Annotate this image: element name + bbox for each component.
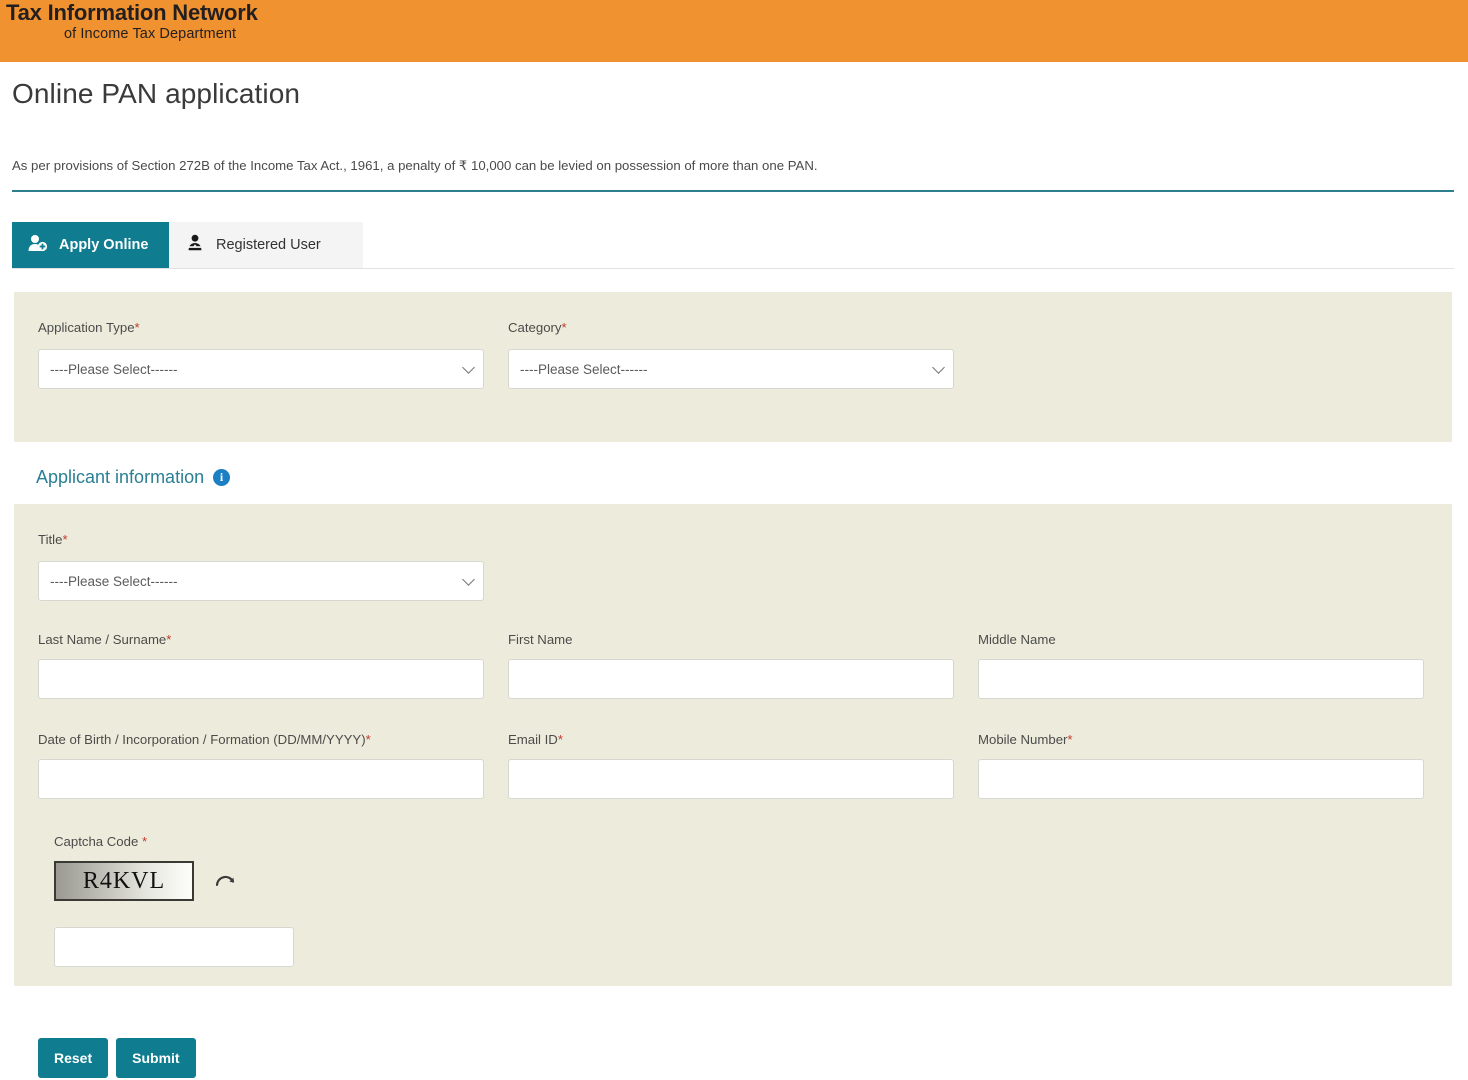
first-name-label: First Name bbox=[508, 632, 573, 647]
last-name-input[interactable] bbox=[38, 659, 484, 699]
category-select[interactable]: ----Please Select------ bbox=[508, 349, 954, 389]
user-icon bbox=[185, 234, 205, 256]
last-name-label: Last Name / Surname* bbox=[38, 632, 172, 647]
email-label: Email ID* bbox=[508, 732, 563, 747]
category-label: Category* bbox=[508, 320, 567, 335]
captcha-label: Captcha Code * bbox=[54, 834, 148, 849]
form-actions: Reset Submit bbox=[38, 1038, 196, 1078]
category-value: ----Please Select------ bbox=[520, 361, 648, 377]
penalty-disclaimer: As per provisions of Section 272B of the… bbox=[12, 158, 818, 173]
required-marker: * bbox=[141, 834, 148, 849]
mobile-number-label: Mobile Number* bbox=[978, 732, 1073, 747]
required-marker: * bbox=[557, 732, 563, 747]
tab-bar-underline bbox=[12, 268, 1454, 269]
chevron-down-icon bbox=[932, 361, 945, 374]
tin-logo: Tax Information Network of Income Tax De… bbox=[6, 2, 258, 42]
required-marker: * bbox=[1067, 732, 1073, 747]
info-icon[interactable]: i bbox=[213, 469, 231, 486]
user-add-icon bbox=[28, 234, 48, 256]
title-value: ----Please Select------ bbox=[50, 573, 178, 589]
middle-name-input[interactable] bbox=[978, 659, 1424, 699]
required-marker: * bbox=[166, 632, 172, 647]
required-marker: * bbox=[561, 320, 567, 335]
submit-button[interactable]: Submit bbox=[116, 1038, 196, 1078]
title-label: Title* bbox=[38, 532, 68, 547]
page-title: Online PAN application bbox=[12, 78, 301, 109]
first-name-input[interactable] bbox=[508, 659, 954, 699]
required-marker: * bbox=[134, 320, 140, 335]
application-type-panel: Application Type* ----Please Select-----… bbox=[14, 292, 1452, 442]
reset-button[interactable]: Reset bbox=[38, 1038, 109, 1078]
logo-primary-text: Tax Information Network bbox=[6, 0, 258, 25]
mobile-number-input[interactable] bbox=[978, 759, 1424, 799]
date-of-birth-label: Date of Birth / Incorporation / Formatio… bbox=[38, 732, 371, 747]
middle-name-label: Middle Name bbox=[978, 632, 1056, 647]
chevron-down-icon bbox=[462, 573, 475, 586]
pan-application-page: Tax Information Network of Income Tax De… bbox=[0, 0, 1468, 1080]
application-type-select[interactable]: ----Please Select------ bbox=[38, 349, 484, 389]
application-type-value: ----Please Select------ bbox=[50, 361, 178, 377]
logo-secondary-text: of Income Tax Department bbox=[64, 26, 237, 42]
captcha-input[interactable] bbox=[54, 927, 294, 967]
tab-bar: Apply Online Registered User bbox=[12, 222, 1454, 268]
applicant-information-panel: Title* ----Please Select------ Last Name… bbox=[14, 504, 1452, 986]
applicant-information-label: Applicant information bbox=[36, 467, 205, 487]
site-header-band: Tax Information Network of Income Tax De… bbox=[0, 0, 1468, 62]
applicant-information-heading: Applicant information i bbox=[36, 467, 231, 488]
section-divider bbox=[12, 190, 1454, 192]
date-of-birth-input[interactable] bbox=[38, 759, 484, 799]
required-marker: * bbox=[365, 732, 371, 747]
email-input[interactable] bbox=[508, 759, 954, 799]
tab-registered-user[interactable]: Registered User bbox=[169, 222, 363, 268]
tab-registered-user-label: Registered User bbox=[216, 237, 321, 253]
refresh-icon[interactable] bbox=[212, 868, 238, 894]
tab-apply-online-label: Apply Online bbox=[59, 237, 149, 253]
application-type-label: Application Type* bbox=[38, 320, 140, 335]
chevron-down-icon bbox=[462, 361, 475, 374]
captcha-image: R4KVL bbox=[54, 861, 194, 901]
required-marker: * bbox=[62, 532, 68, 547]
tab-apply-online[interactable]: Apply Online bbox=[12, 222, 169, 268]
title-select[interactable]: ----Please Select------ bbox=[38, 561, 484, 601]
